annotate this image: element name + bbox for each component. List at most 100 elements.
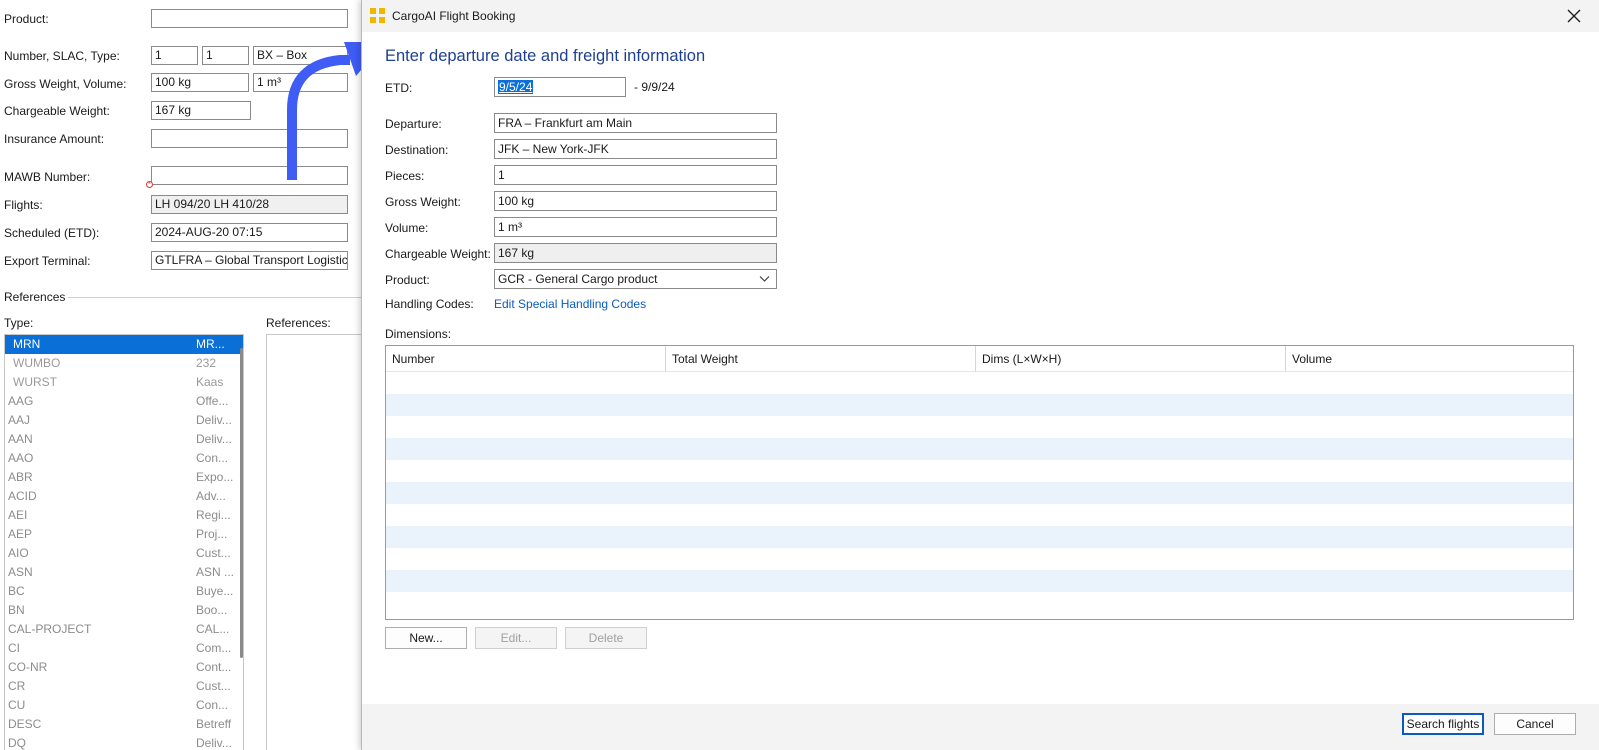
reference-type-list[interactable]: MRN MR... WUMBO 232 WURST Kaas AAG Offe... AAJ De…	[4, 334, 244, 750]
product-select[interactable]: GCR - General Cargo product	[494, 269, 777, 289]
reference-type-code: AAN	[8, 432, 33, 446]
reference-type-row[interactable]: MRN MR...	[5, 335, 243, 354]
product-input[interactable]	[151, 9, 348, 28]
reference-type-row[interactable]: AEP Proj...	[5, 525, 243, 544]
pieces-input[interactable]: 1	[494, 165, 777, 185]
etd-input[interactable]: 9/5/24	[494, 77, 626, 97]
volume-input[interactable]: 1 m³	[494, 217, 777, 237]
flight-booking-dialog: CargoAI Flight Booking Enter departure d…	[361, 0, 1599, 750]
reference-type-row[interactable]: CO-NR Cont...	[5, 658, 243, 677]
slac-input[interactable]: 1	[202, 46, 249, 65]
reference-type-description: Deliv...	[196, 736, 232, 750]
reference-type-row[interactable]: DESC Betreff	[5, 715, 243, 734]
search-flights-button[interactable]: Search flights	[1402, 713, 1484, 735]
column-header-number[interactable]: Number	[386, 346, 666, 372]
reference-type-code: CO-NR	[8, 660, 48, 674]
reference-type-row[interactable]: AAJ Deliv...	[5, 411, 243, 430]
reference-type-row[interactable]: WUMBO 232	[5, 354, 243, 373]
reference-type-row[interactable]: ACID Adv...	[5, 487, 243, 506]
reference-type-row[interactable]: ABR Expo...	[5, 468, 243, 487]
departure-input[interactable]: FRA – Frankfurt am Main	[494, 113, 777, 133]
reference-type-description: ASN ...	[196, 565, 235, 579]
reference-type-code: BN	[8, 603, 25, 617]
number-input[interactable]: 1	[151, 46, 198, 65]
export-terminal-input[interactable]: GTLFRA – Global Transport Logistics I	[151, 251, 348, 270]
reference-type-row[interactable]: WURST Kaas	[5, 373, 243, 392]
reference-type-row[interactable]: CAL-PROJECT CAL...	[5, 620, 243, 639]
reference-type-code: CR	[8, 679, 26, 693]
cancel-button[interactable]: Cancel	[1494, 713, 1576, 735]
reference-type-row[interactable]: CR Cust...	[5, 677, 243, 696]
reference-type-row[interactable]: BN Boo...	[5, 601, 243, 620]
reference-type-description: Deliv...	[196, 413, 232, 427]
destination-label: Destination:	[385, 143, 449, 157]
reference-type-description: Expo...	[196, 470, 234, 484]
reference-type-code: AIO	[8, 546, 29, 560]
dialog-heading: Enter departure date and freight informa…	[385, 47, 706, 65]
edit-handling-codes-link[interactable]: Edit Special Handling Codes	[494, 297, 646, 311]
departure-label: Departure:	[385, 117, 442, 131]
table-row[interactable]	[386, 372, 1573, 394]
new-dimension-button[interactable]: New...	[385, 627, 467, 649]
table-row[interactable]	[386, 460, 1573, 482]
reference-type-row[interactable]: AAO Con...	[5, 449, 243, 468]
gross-weight-input[interactable]: 100 kg	[151, 73, 249, 92]
reference-type-row[interactable]: AEI Regi...	[5, 506, 243, 525]
reference-type-description: Cust...	[196, 679, 231, 693]
gross-weight-label: Gross Weight:	[385, 195, 461, 209]
dialog-title: CargoAI Flight Booking	[392, 9, 516, 23]
scheduled-etd-input[interactable]: 2024-AUG-20 07:15	[151, 223, 348, 242]
reference-type-code: MRN	[13, 337, 41, 351]
reference-type-row[interactable]: CI Com...	[5, 639, 243, 658]
destination-input[interactable]: JFK – New York-JFK	[494, 139, 777, 159]
reference-type-code: AEP	[8, 527, 33, 541]
delete-dimension-button[interactable]: Delete	[565, 627, 647, 649]
close-icon	[1567, 9, 1581, 23]
table-row[interactable]	[386, 570, 1573, 592]
dimensions-table[interactable]: Number Total Weight Dims (L×W×H) Volume	[385, 345, 1574, 620]
chargeable-weight-input[interactable]: 167 kg	[151, 101, 251, 120]
reference-type-code: AEI	[8, 508, 28, 522]
table-row[interactable]	[386, 394, 1573, 416]
reference-type-description: Cont...	[196, 660, 232, 674]
reference-type-row[interactable]: AIO Cust...	[5, 544, 243, 563]
table-row[interactable]	[386, 548, 1573, 570]
chargeable-weight-label: Chargeable Weight:	[4, 104, 110, 118]
reference-type-code: ACID	[8, 489, 37, 503]
product-label: Product:	[385, 273, 430, 287]
reference-type-row[interactable]: BC Buye...	[5, 582, 243, 601]
flights-label: Flights:	[4, 198, 43, 212]
references-divider	[68, 297, 362, 298]
reference-type-description: Proj...	[196, 527, 228, 541]
table-row[interactable]	[386, 482, 1573, 504]
table-row[interactable]	[386, 416, 1573, 438]
reference-type-row[interactable]: CU Con...	[5, 696, 243, 715]
reference-type-code: WURST	[13, 375, 57, 389]
column-header-total-weight[interactable]: Total Weight	[666, 346, 976, 372]
reference-type-row[interactable]: ASN ASN ...	[5, 563, 243, 582]
mawb-number-label: MAWB Number:	[4, 170, 91, 184]
references-legend: References	[4, 290, 66, 304]
chargeable-weight-value: 167 kg	[494, 243, 777, 263]
reference-type-description: Boo...	[196, 603, 228, 617]
table-row[interactable]	[386, 504, 1573, 526]
gross-weight-input[interactable]: 100 kg	[494, 191, 777, 211]
table-row[interactable]	[386, 526, 1573, 548]
type-list-scrollbar[interactable]	[240, 348, 243, 658]
column-header-volume[interactable]: Volume	[1286, 346, 1573, 372]
reference-type-code: CU	[8, 698, 26, 712]
reference-type-code: WUMBO	[13, 356, 61, 370]
reference-type-description: Com...	[196, 641, 232, 655]
column-header-dims[interactable]: Dims (L×W×H)	[976, 346, 1286, 372]
reference-type-row[interactable]: AAN Deliv...	[5, 430, 243, 449]
edit-dimension-button[interactable]: Edit...	[475, 627, 557, 649]
reference-type-code: DQ	[8, 736, 26, 750]
reference-type-row[interactable]: DQ Deliv...	[5, 734, 243, 750]
table-row[interactable]	[386, 592, 1573, 614]
table-row[interactable]	[386, 438, 1573, 460]
dialog-titlebar[interactable]: CargoAI Flight Booking	[362, 0, 1599, 32]
reference-type-row[interactable]: AAG Offe...	[5, 392, 243, 411]
close-button[interactable]	[1562, 4, 1586, 28]
reference-type-description: Regi...	[196, 508, 231, 522]
etd-label: ETD:	[385, 81, 413, 95]
